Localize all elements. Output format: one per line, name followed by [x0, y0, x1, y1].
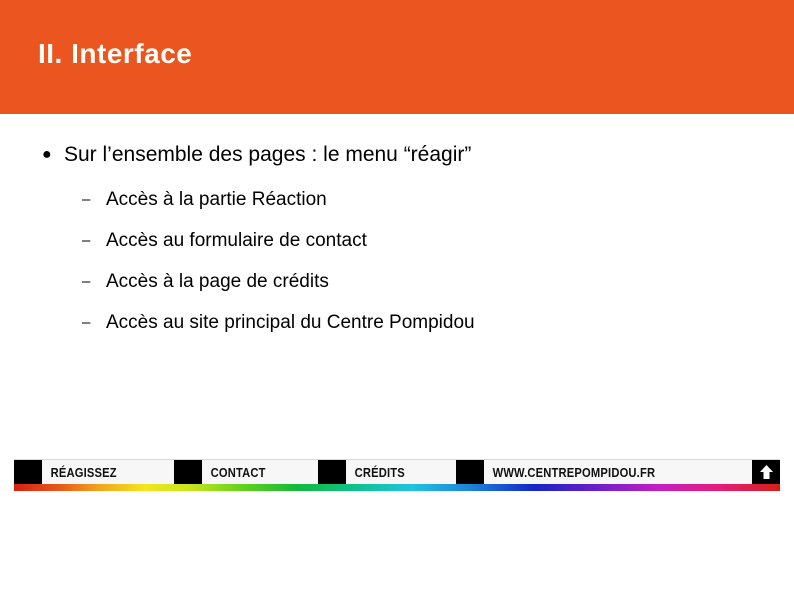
nav-item-credits[interactable]: CRÉDITS — [318, 460, 456, 484]
nav-item-contact-label: CONTACT — [210, 464, 266, 480]
arrow-up-icon — [759, 464, 774, 480]
sub-bullet-list: – Accès à la partie Réaction – Accès au … — [82, 186, 782, 350]
list-item: – Accès à la partie Réaction — [82, 186, 782, 227]
sub-bullet-label: Accès à la page de crédits — [106, 271, 329, 292]
nav-item-credits-label: CRÉDITS — [354, 464, 405, 480]
en-dash-icon: – — [82, 273, 91, 290]
slide-header-band: II. Interface — [0, 0, 794, 114]
nav-strip: RÉAGISSEZ CONTACT CRÉDITS WWW.CENTREPOMP… — [14, 459, 780, 484]
nav-item-site-label: WWW.CENTREPOMPIDOU.FR — [492, 464, 656, 480]
nav-square-icon — [456, 460, 484, 484]
bottom-navigation-bar: RÉAGISSEZ CONTACT CRÉDITS WWW.CENTREPOMP… — [14, 459, 780, 491]
nav-square-icon — [14, 460, 42, 484]
nav-item-reagissez[interactable]: RÉAGISSEZ — [14, 460, 174, 484]
page-title: II. Interface — [38, 38, 193, 69]
bullet-dot-icon: ● — [42, 146, 52, 163]
rainbow-gradient-strip — [14, 484, 780, 491]
sub-bullet-label: Accès au site principal du Centre Pompid… — [106, 312, 475, 333]
sub-bullet-label: Accès au formulaire de contact — [106, 230, 367, 251]
sub-bullet-label: Accès à la partie Réaction — [106, 189, 327, 210]
list-item: – Accès à la page de crédits — [82, 268, 782, 309]
nav-item-reagissez-label: RÉAGISSEZ — [50, 464, 117, 480]
slide-content: ● Sur l’ensemble des pages : le menu “ré… — [0, 114, 794, 454]
list-item: – Accès au formulaire de contact — [82, 227, 782, 268]
main-bullet-label: Sur l’ensemble des pages : le menu “réag… — [64, 143, 472, 166]
en-dash-icon: – — [82, 232, 91, 249]
main-bullet-item: ● Sur l’ensemble des pages : le menu “ré… — [40, 140, 760, 170]
nav-square-icon — [318, 460, 346, 484]
nav-square-icon — [174, 460, 202, 484]
en-dash-icon: – — [82, 191, 91, 208]
list-item: – Accès au site principal du Centre Pomp… — [82, 309, 782, 350]
en-dash-icon: – — [82, 314, 91, 331]
scroll-to-top-button[interactable] — [752, 460, 780, 484]
nav-item-contact[interactable]: CONTACT — [174, 460, 318, 484]
nav-item-site[interactable]: WWW.CENTREPOMPIDOU.FR — [456, 460, 752, 484]
